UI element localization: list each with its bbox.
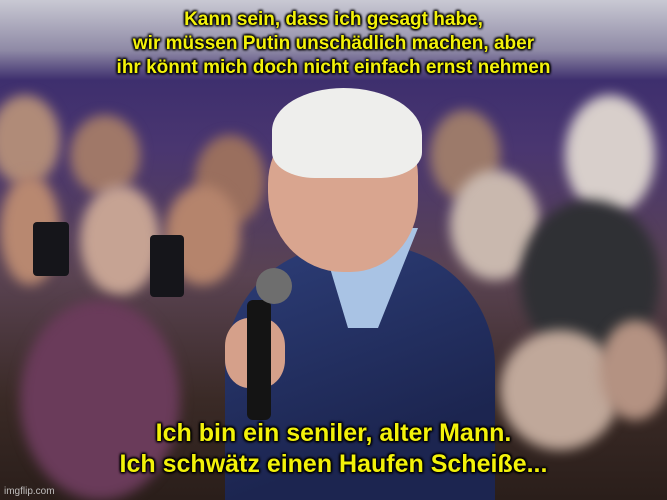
phone (150, 235, 184, 297)
crowd-face (600, 320, 667, 420)
bottom-caption-line: Ich bin ein seniler, alter Mann. (155, 419, 512, 447)
crowd-face (80, 185, 160, 295)
microphone-head (256, 268, 292, 304)
top-caption-line: Kann sein, dass ich gesagt habe, (184, 9, 483, 30)
watermark: imgflip.com (4, 486, 55, 497)
speaker-hair (272, 88, 422, 178)
top-caption: Kann sein, dass ich gesagt habe, wir müs… (0, 8, 667, 80)
crowd-face (0, 95, 60, 185)
bottom-caption: Ich bin ein seniler, alter Mann. Ich sch… (0, 418, 667, 480)
bottom-caption-line: Ich schwätz einen Haufen Scheiße... (119, 450, 548, 478)
top-caption-line: wir müssen Putin unschädlich machen, abe… (132, 33, 535, 54)
top-caption-line: ihr könnt mich doch nicht einfach ernst … (116, 57, 551, 78)
crowd-face (565, 95, 655, 215)
phone (33, 222, 69, 276)
microphone (247, 300, 271, 420)
crowd-face (70, 115, 140, 195)
